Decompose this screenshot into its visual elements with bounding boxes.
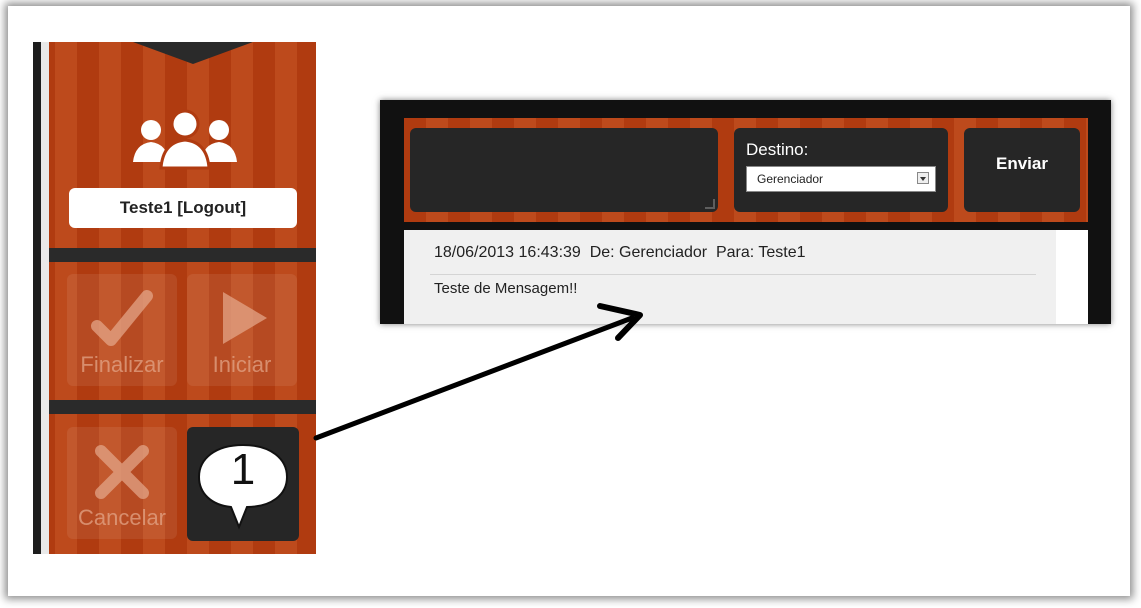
callout-arrow [313,303,643,441]
